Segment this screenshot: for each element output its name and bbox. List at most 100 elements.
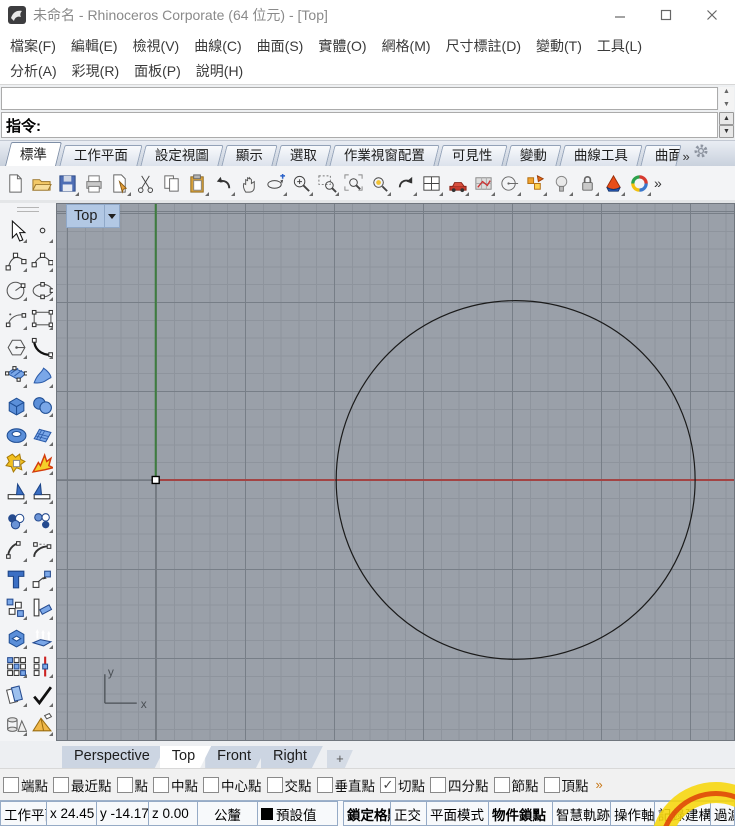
- menu-item-1[interactable]: 彩現(R): [72, 61, 119, 81]
- checkbox-icon[interactable]: [430, 776, 446, 793]
- checkbox-icon[interactable]: [493, 776, 510, 793]
- blend-surface-icon[interactable]: [2, 506, 28, 534]
- viewport-tab-perspective[interactable]: Perspective: [62, 746, 166, 768]
- text-object-icon[interactable]: [2, 564, 28, 592]
- origin-point-marker[interactable]: [151, 475, 160, 485]
- toolbar-tab-7[interactable]: 變動: [504, 145, 562, 166]
- osnap-7[interactable]: ✓ 切點: [380, 775, 425, 795]
- explode-icon[interactable]: [28, 448, 54, 476]
- export-selected-icon[interactable]: [106, 169, 132, 197]
- zoom-window-icon[interactable]: [314, 169, 340, 197]
- primitive-solids-icon[interactable]: [2, 709, 28, 737]
- close-button[interactable]: [689, 2, 735, 28]
- minimize-button[interactable]: [597, 2, 643, 28]
- checkbox-icon[interactable]: [203, 776, 219, 793]
- osnap-3[interactable]: 中點: [153, 775, 198, 795]
- checkbox-icon[interactable]: [266, 776, 283, 793]
- edit-solid-icon[interactable]: [2, 622, 28, 650]
- named-cplane-icon[interactable]: [522, 169, 548, 197]
- surface-from-curves-icon[interactable]: [28, 361, 54, 389]
- adjust-end-bulge-icon[interactable]: [28, 535, 54, 563]
- scroll-up-icon[interactable]: ▲: [723, 88, 730, 96]
- status-cell-8[interactable]: 平面模式: [427, 801, 489, 826]
- toolbar-grip[interactable]: [17, 207, 39, 212]
- toolbar-tab-1[interactable]: 工作平面: [59, 145, 143, 166]
- rectangular-array-icon[interactable]: [2, 651, 28, 679]
- command-history-scrollbar[interactable]: ▲ ▼: [719, 87, 734, 110]
- box-icon[interactable]: [2, 390, 28, 418]
- align-objects-icon[interactable]: [28, 593, 54, 621]
- boolean-union-icon[interactable]: [2, 448, 28, 476]
- spinner-up-button[interactable]: ▲: [719, 112, 734, 125]
- zoom-selected-icon[interactable]: [366, 169, 392, 197]
- viewport-tab-front[interactable]: Front: [205, 746, 267, 768]
- sphere-icon[interactable]: [28, 390, 54, 418]
- osnap-6[interactable]: 垂直點: [316, 775, 375, 795]
- toolbar-overflow-chevron[interactable]: »: [654, 175, 662, 191]
- checkbox-icon[interactable]: [116, 776, 133, 793]
- menu-item-3[interactable]: 說明(H): [196, 61, 243, 81]
- checkbox-checked-icon[interactable]: ✓: [380, 776, 396, 793]
- menu-item-0[interactable]: 檔案(F): [10, 36, 56, 56]
- status-cell-5[interactable]: 預設值: [258, 801, 338, 826]
- status-cell-3[interactable]: z 0.00: [149, 801, 198, 826]
- osnap-10[interactable]: 頂點: [543, 775, 589, 795]
- merge-surface-icon[interactable]: [28, 506, 54, 534]
- menu-item-2[interactable]: 面板(P): [134, 61, 181, 81]
- arc-icon[interactable]: [2, 303, 28, 331]
- command-prompt[interactable]: 指令:: [1, 112, 718, 138]
- move-uvn-icon[interactable]: [28, 564, 54, 592]
- menu-item-3[interactable]: 曲線(C): [194, 36, 241, 56]
- add-viewport-tab-button[interactable]: +: [327, 750, 353, 768]
- lamp-icon[interactable]: [548, 169, 574, 197]
- torus-icon[interactable]: [2, 419, 28, 447]
- menu-item-9[interactable]: 工具(L): [597, 36, 642, 56]
- menu-item-1[interactable]: 編輯(E): [71, 36, 118, 56]
- osnap-1[interactable]: 最近點: [53, 775, 112, 795]
- osnap-0[interactable]: 端點: [3, 775, 48, 795]
- ellipse-icon[interactable]: [28, 274, 54, 302]
- circle-center-radius-icon[interactable]: [2, 274, 28, 302]
- viewport-tab-right[interactable]: Right: [261, 746, 323, 768]
- menu-item-0[interactable]: 分析(A): [10, 61, 57, 81]
- menu-item-4[interactable]: 曲面(S): [257, 36, 304, 56]
- linear-array-icon[interactable]: [28, 651, 54, 679]
- extract-surface-icon[interactable]: [28, 709, 54, 737]
- status-cell-12[interactable]: 記錄建構歷史: [655, 801, 711, 826]
- fillet-edge-icon[interactable]: [2, 477, 28, 505]
- cut-icon[interactable]: [132, 169, 158, 197]
- pan-view-icon[interactable]: [236, 169, 262, 197]
- menu-item-8[interactable]: 變動(T): [536, 36, 582, 56]
- print-icon[interactable]: [80, 169, 106, 197]
- blend-curve-icon[interactable]: [28, 332, 54, 360]
- interpolate-curve-icon[interactable]: [28, 245, 54, 273]
- checkbox-icon[interactable]: [316, 776, 333, 793]
- toolbar-tab-2[interactable]: 設定視圖: [140, 145, 224, 166]
- control-point-curve-icon[interactable]: [2, 245, 28, 273]
- surface-from-points-icon[interactable]: [2, 361, 28, 389]
- surface-grid-icon[interactable]: [28, 419, 54, 447]
- layer-tools-icon[interactable]: [2, 680, 28, 708]
- toolbar-tab-5[interactable]: 作業視窗配置: [329, 145, 440, 166]
- osnap-2[interactable]: 點: [116, 775, 148, 795]
- status-cell-13[interactable]: 過濾器: [711, 801, 735, 826]
- lock-objects-icon[interactable]: [574, 169, 600, 197]
- osnap-overflow-chevron[interactable]: »: [596, 777, 603, 792]
- top-viewport[interactable]: y x Top: [56, 203, 735, 741]
- cplane-disc-icon[interactable]: [496, 169, 522, 197]
- rectangle-icon[interactable]: [28, 303, 54, 331]
- command-history[interactable]: [1, 87, 718, 110]
- checkbox-icon[interactable]: [53, 776, 69, 793]
- maximize-button[interactable]: [643, 2, 689, 28]
- toolbar-tab-9[interactable]: 曲面: [639, 145, 682, 166]
- status-cell-1[interactable]: x 24.45: [47, 801, 97, 826]
- zoom-extents-icon[interactable]: [340, 169, 366, 197]
- tab-overflow-chevron[interactable]: »: [683, 149, 690, 164]
- undo-icon[interactable]: [210, 169, 236, 197]
- spinner-down-button[interactable]: ▼: [719, 125, 734, 138]
- menu-item-6[interactable]: 網格(M): [382, 36, 431, 56]
- site-plan-icon[interactable]: [470, 169, 496, 197]
- status-cell-9[interactable]: 物件鎖點: [489, 801, 553, 826]
- checkbox-icon[interactable]: [153, 776, 169, 793]
- status-cell-0[interactable]: 工作平面: [0, 801, 47, 826]
